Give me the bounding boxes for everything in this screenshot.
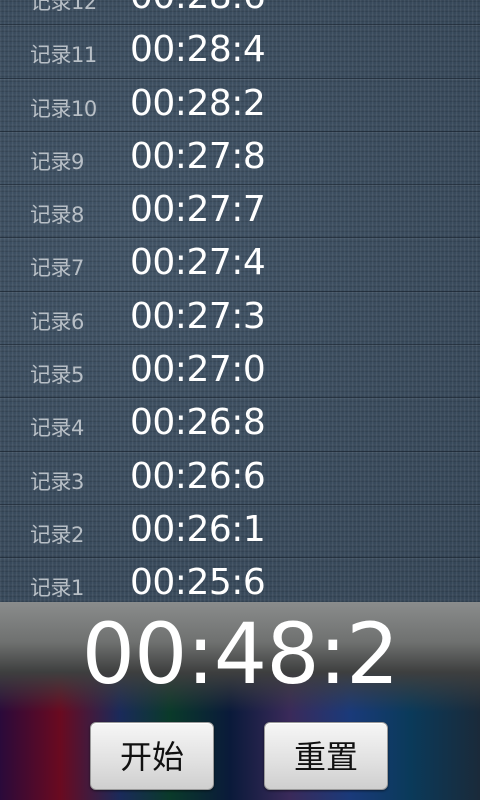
lap-label: 记录2 <box>30 522 84 547</box>
lap-label: 记录8 <box>30 203 84 228</box>
lap-time: 00:28:6 <box>130 0 266 17</box>
lap-label: 记录1 <box>30 576 84 601</box>
lap-row: 记录10 00:28:2 <box>0 79 480 132</box>
lap-label: 记录3 <box>30 469 84 494</box>
lap-row: 记录7 00:27:4 <box>0 238 480 292</box>
lap-label: 记录9 <box>30 149 84 174</box>
lap-label: 记录7 <box>30 256 84 281</box>
timer-display: 00:48:2 <box>81 605 400 703</box>
lap-row: 记录6 00:27:3 <box>0 292 480 346</box>
lap-row: 记录4 00:26:8 <box>0 398 480 452</box>
lap-time: 00:27:7 <box>130 189 266 231</box>
lap-row: 记录5 00:27:0 <box>0 345 480 399</box>
lap-time: 00:26:6 <box>130 455 266 497</box>
lap-time: 00:26:1 <box>130 508 266 550</box>
lap-time: 00:27:8 <box>130 135 266 177</box>
lap-time: 00:27:3 <box>130 295 266 337</box>
lap-time: 00:25:6 <box>130 562 266 602</box>
lap-time: 00:28:4 <box>130 29 266 71</box>
start-button[interactable]: 开始 <box>90 722 214 790</box>
lap-time: 00:28:2 <box>130 82 266 124</box>
lap-row: 记录12 00:28:6 <box>0 0 480 26</box>
lap-row: 记录3 00:26:6 <box>0 452 480 505</box>
lap-list[interactable]: 记录12 00:28:6 记录11 00:28:4 记录10 00:28:2 记… <box>0 0 480 602</box>
lap-time: 00:27:0 <box>130 349 266 391</box>
lap-time: 00:27:4 <box>130 242 266 284</box>
lap-row: 记录1 00:25:6 <box>0 558 480 602</box>
lap-label: 记录6 <box>30 309 84 334</box>
lap-label: 记录11 <box>30 43 97 68</box>
lap-rows: 记录12 00:28:6 记录11 00:28:4 记录10 00:28:2 记… <box>0 0 480 602</box>
lap-row: 记录8 00:27:7 <box>0 185 480 239</box>
lap-row: 记录11 00:28:4 <box>0 25 480 79</box>
lap-row: 记录9 00:27:8 <box>0 132 480 186</box>
stopwatch-screen: 记录12 00:28:6 记录11 00:28:4 记录10 00:28:2 记… <box>0 0 480 800</box>
reset-button[interactable]: 重置 <box>264 722 388 790</box>
lap-label: 记录4 <box>30 416 84 441</box>
lap-label: 记录5 <box>30 363 84 388</box>
lap-row: 记录2 00:26:1 <box>0 505 480 559</box>
lap-label: 记录10 <box>30 96 97 121</box>
lap-label: 记录12 <box>30 0 97 14</box>
lap-time: 00:26:8 <box>130 402 266 444</box>
